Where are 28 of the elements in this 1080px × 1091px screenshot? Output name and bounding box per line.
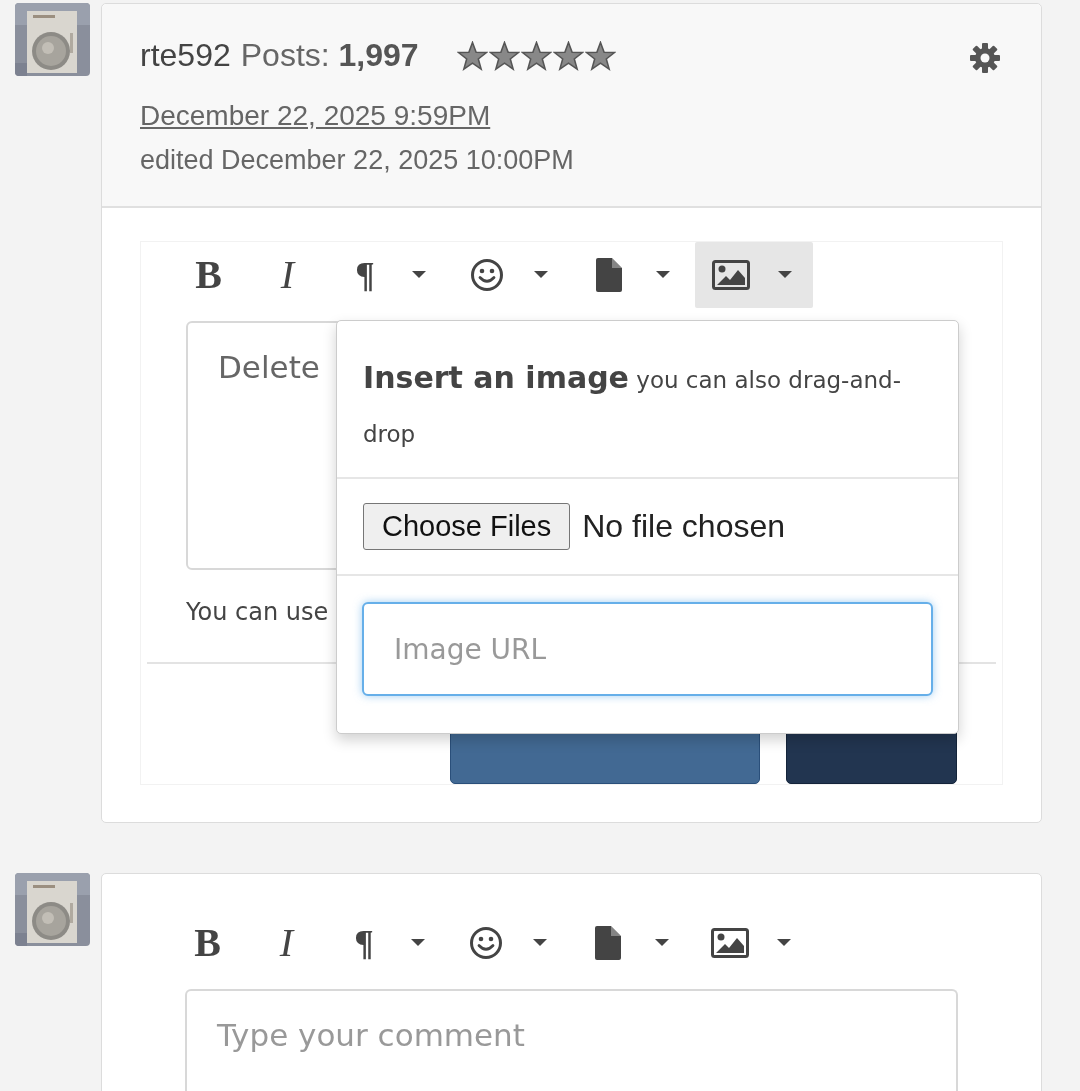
help-text: You can use [186,598,330,626]
paragraph-button[interactable]: ¶ [329,242,447,308]
file-status: No file chosen [582,508,786,545]
image-button[interactable] [695,242,813,308]
popup-heading: Insert an image you can also drag-and-drop [337,321,958,479]
post-date-link[interactable]: December 22, 2025 9:59PM [140,100,491,132]
star-icon [552,40,584,71]
edited-time: edited December 22, 2025 10:00PM [140,145,575,176]
file-icon [596,258,622,292]
smiley-icon [470,258,504,292]
image-icon [712,260,750,290]
star-icon [520,40,552,71]
post-count: Posts: 1,997 [240,37,419,74]
bold-button[interactable]: B [170,910,245,976]
settings-icon[interactable] [969,42,1001,74]
star-icon [456,40,488,71]
italic-button[interactable]: I [249,910,324,976]
file-icon [595,926,621,960]
star-icon [488,40,520,71]
image-icon [711,928,749,958]
paragraph-button[interactable]: ¶ [328,910,446,976]
italic-button[interactable]: I [250,242,325,308]
star-icon [584,40,616,71]
choose-files-button[interactable]: Choose Files [363,503,571,550]
bold-button[interactable]: B [171,242,246,308]
author-name: rte592 [140,37,231,74]
image-url-field[interactable]: Image URL [362,602,933,696]
smiley-icon [469,926,503,960]
